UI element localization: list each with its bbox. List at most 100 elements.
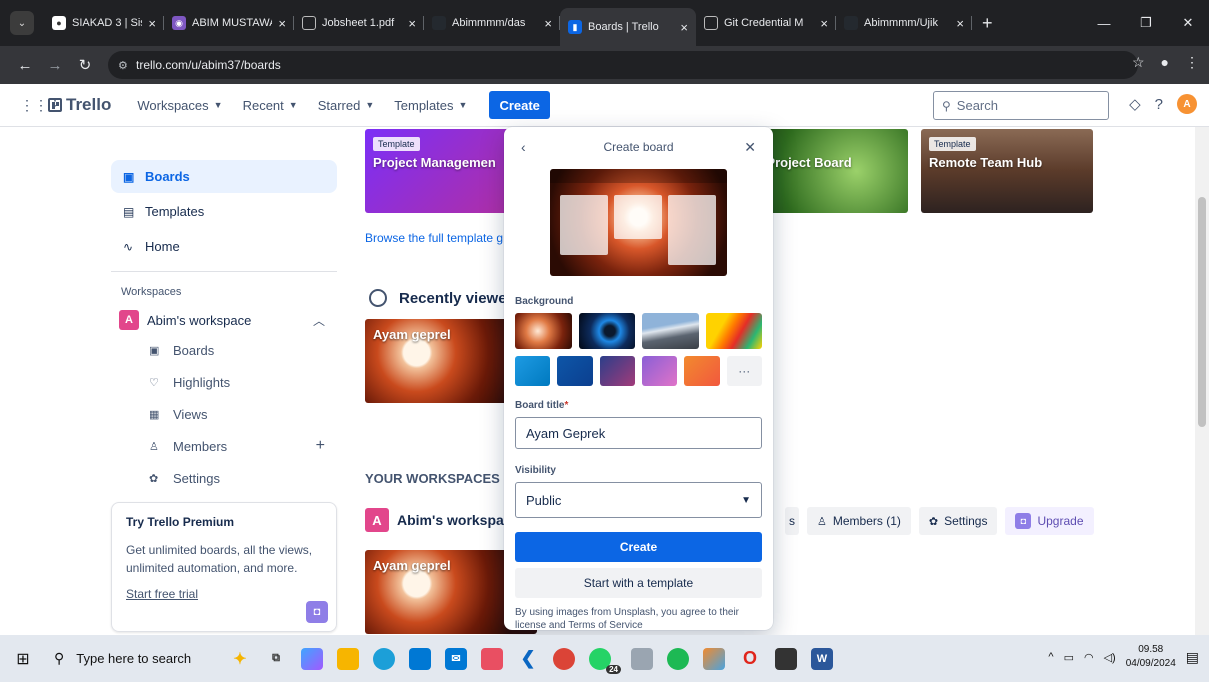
spotify-icon[interactable] bbox=[667, 647, 689, 670]
app-icon[interactable] bbox=[631, 647, 653, 670]
bg-color-option[interactable] bbox=[684, 356, 720, 386]
vscode-icon[interactable]: ❮ bbox=[517, 648, 539, 670]
trello-logo[interactable]: Trello bbox=[48, 95, 111, 115]
forward-icon[interactable]: → bbox=[40, 57, 70, 74]
bg-option-flowers[interactable] bbox=[515, 313, 572, 349]
clock[interactable]: 09.58 04/09/2024 bbox=[1126, 643, 1176, 671]
windows-start-icon[interactable]: ⊞ bbox=[0, 649, 46, 669]
workspace-item-views[interactable]: ▦ Views bbox=[111, 398, 337, 430]
sidebar-item-home[interactable]: ∿ Home bbox=[111, 230, 337, 263]
tab-github-ujik[interactable]: Abimmmm/Ujik × bbox=[836, 7, 972, 39]
tab-jobsheet[interactable]: Jobsheet 1.pdf × bbox=[294, 7, 424, 39]
close-tab-icon[interactable]: × bbox=[820, 16, 828, 31]
sidebar-item-boards[interactable]: ▣ Boards bbox=[111, 160, 337, 193]
avatar[interactable]: A bbox=[1177, 94, 1197, 114]
copilot-icon[interactable] bbox=[301, 647, 323, 670]
chevron-up-icon[interactable]: ︿ bbox=[313, 312, 325, 329]
wifi-icon[interactable]: ◠ bbox=[1084, 651, 1094, 664]
url-field[interactable]: ⚙ trello.com/u/abim37/boards bbox=[108, 51, 1138, 79]
more-menu-icon[interactable]: ⋮ bbox=[1185, 54, 1199, 71]
mail-icon[interactable]: ✉ bbox=[445, 647, 467, 670]
bg-color-option[interactable] bbox=[515, 356, 551, 386]
file-explorer-icon[interactable] bbox=[337, 647, 359, 670]
edge-icon[interactable] bbox=[373, 647, 395, 670]
menu-recent[interactable]: Recent ▼ bbox=[233, 91, 308, 119]
battery-icon[interactable]: ▭ bbox=[1064, 651, 1074, 664]
close-tab-icon[interactable]: × bbox=[148, 16, 156, 31]
app-icon[interactable] bbox=[481, 647, 503, 670]
close-tab-icon[interactable]: × bbox=[680, 20, 688, 35]
tab-siakad[interactable]: ● SIAKAD 3 | Siste × bbox=[44, 7, 164, 39]
back-icon[interactable]: ← bbox=[10, 57, 40, 74]
menu-templates[interactable]: Templates ▼ bbox=[384, 91, 477, 119]
add-member-icon[interactable]: + bbox=[316, 437, 325, 455]
sidebar-item-templates[interactable]: ▤ Templates bbox=[111, 195, 337, 228]
restore-icon[interactable]: ❐ bbox=[1125, 15, 1167, 31]
more-backgrounds-icon[interactable]: ··· bbox=[726, 356, 762, 386]
back-icon[interactable]: ‹ bbox=[521, 139, 526, 155]
browse-templates-link[interactable]: Browse the full template g bbox=[365, 231, 503, 245]
visibility-select[interactable]: Public ▼ bbox=[515, 482, 762, 518]
terminal-icon[interactable] bbox=[775, 647, 797, 670]
taskbar-search[interactable]: ⚲ Type here to search bbox=[46, 641, 211, 677]
bg-color-option[interactable] bbox=[599, 356, 635, 386]
notification-center-icon[interactable]: ▤ bbox=[1186, 649, 1199, 666]
sparkle-icon[interactable]: ✦ bbox=[229, 648, 251, 670]
close-window-icon[interactable]: ✕ bbox=[1167, 15, 1209, 31]
opera-icon[interactable]: O bbox=[739, 648, 761, 670]
menu-workspaces[interactable]: Workspaces ▼ bbox=[127, 91, 232, 119]
tab-search-button[interactable]: ⌄ bbox=[10, 11, 34, 35]
store-icon[interactable] bbox=[409, 647, 431, 670]
workspace-item-boards[interactable]: ▣ Boards bbox=[111, 334, 337, 366]
create-button[interactable]: Create bbox=[489, 91, 550, 119]
workspace-item-highlights[interactable]: ♡ Highlights bbox=[111, 366, 337, 398]
bg-color-option[interactable] bbox=[641, 356, 678, 386]
app-icon[interactable] bbox=[703, 647, 725, 670]
members-button[interactable]: ♙ Members (1) bbox=[807, 507, 911, 535]
close-tab-icon[interactable]: × bbox=[278, 16, 286, 31]
close-icon[interactable]: ✕ bbox=[744, 139, 756, 156]
tab-git-credential[interactable]: Git Credential M × bbox=[696, 7, 836, 39]
new-tab-button[interactable]: + bbox=[982, 13, 993, 34]
scrollbar-thumb[interactable] bbox=[1198, 197, 1206, 427]
page-scrollbar[interactable] bbox=[1195, 127, 1209, 635]
workspace-item-settings[interactable]: ✿ Settings bbox=[111, 462, 337, 494]
tab-trello[interactable]: ▮ Boards | Trello × bbox=[560, 8, 696, 46]
bg-color-option[interactable] bbox=[557, 356, 593, 386]
tab-abim[interactable]: ◉ ABIM MUSTAWA × bbox=[164, 7, 294, 39]
show-hidden-icons-icon[interactable]: ^ bbox=[1048, 651, 1053, 663]
volume-icon[interactable]: ◁) bbox=[1104, 651, 1116, 664]
template-card[interactable]: Template Remote Team Hub bbox=[921, 129, 1093, 213]
profile-icon[interactable]: ● bbox=[1161, 54, 1169, 71]
help-icon[interactable]: ? bbox=[1155, 96, 1163, 113]
settings-button[interactable]: ✿ Settings bbox=[918, 507, 998, 535]
start-free-trial-link[interactable]: Start free trial bbox=[126, 587, 322, 601]
close-tab-icon[interactable]: × bbox=[408, 16, 416, 31]
search-input[interactable]: ⚲ Search bbox=[933, 91, 1109, 120]
app-switcher-icon[interactable]: ⋮⋮⋮ bbox=[20, 97, 62, 114]
tab-github-das[interactable]: Abimmmm/das × bbox=[424, 7, 560, 39]
workspace-item-label: Members bbox=[173, 438, 228, 454]
close-tab-icon[interactable]: × bbox=[956, 16, 964, 31]
workspace-item-members[interactable]: ♙ Members + bbox=[111, 430, 337, 462]
reload-icon[interactable]: ↻ bbox=[70, 56, 100, 74]
bg-option-colorful[interactable] bbox=[705, 313, 762, 349]
create-board-button[interactable]: Create bbox=[515, 532, 762, 562]
minimize-icon[interactable]: — bbox=[1083, 16, 1125, 31]
start-with-template-button[interactable]: Start with a template bbox=[515, 568, 762, 598]
site-info-icon[interactable]: ⚙ bbox=[118, 59, 136, 72]
whatsapp-icon[interactable]: 24 bbox=[589, 647, 621, 674]
notifications-icon[interactable]: ◇ bbox=[1129, 95, 1141, 113]
bg-option-blue-swirl[interactable] bbox=[578, 313, 635, 349]
workspace-row[interactable]: A Abim's workspace ︿ bbox=[111, 306, 337, 334]
bookmark-star-icon[interactable]: ☆ bbox=[1132, 54, 1145, 71]
word-icon[interactable]: W bbox=[811, 647, 833, 670]
menu-starred[interactable]: Starred ▼ bbox=[308, 91, 385, 119]
close-tab-icon[interactable]: × bbox=[544, 16, 552, 31]
board-title-input[interactable]: Ayam Geprek bbox=[515, 417, 762, 449]
views-button[interactable]: s bbox=[785, 507, 799, 535]
chrome-icon[interactable] bbox=[553, 647, 575, 670]
task-view-icon[interactable]: ⧉ bbox=[265, 648, 287, 670]
bg-option-mountain[interactable] bbox=[642, 313, 699, 349]
upgrade-button[interactable]: ◘ Upgrade bbox=[1005, 507, 1094, 535]
